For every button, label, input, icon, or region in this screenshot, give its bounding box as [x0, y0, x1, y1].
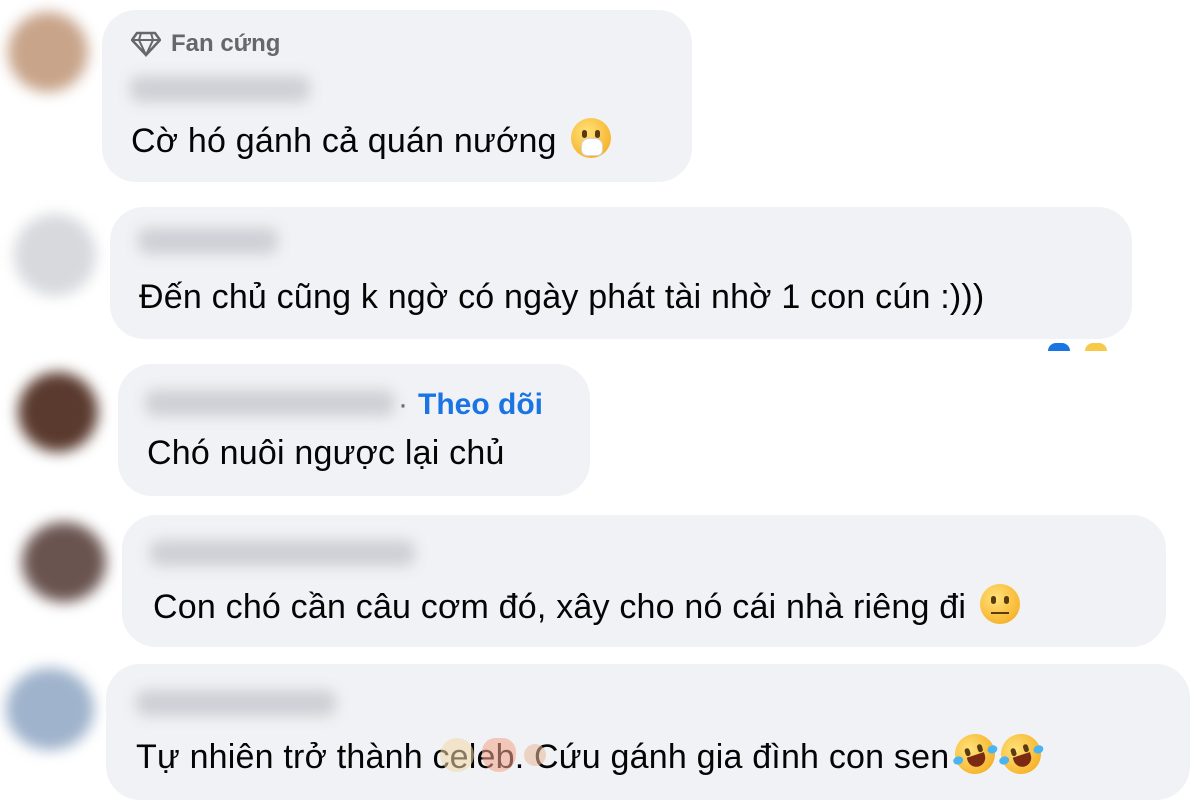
comment-text: Tự nhiên trở thành celeb. Cứu gánh gia đ…	[136, 728, 1047, 780]
badge-label: Fan cứng	[171, 30, 281, 57]
paw-icon	[524, 744, 546, 766]
comment-text-content: Chó nuôi ngược lại chủ	[147, 434, 505, 472]
rolling-on-floor-laughing-icon	[950, 728, 1001, 780]
commenter-name[interactable]	[150, 540, 415, 566]
separator-dot: ·	[398, 388, 408, 421]
avatar[interactable]	[8, 12, 88, 92]
commenter-name[interactable]	[130, 76, 310, 102]
dog-face-icon	[440, 738, 474, 772]
comment-text-content: Đến chủ cũng k ngờ có ngày phát tài nhờ …	[139, 278, 985, 316]
comment-text-content: Cờ hó gánh cả quán nướng	[131, 122, 557, 160]
avatar[interactable]	[6, 668, 94, 750]
rolling-on-floor-laughing-icon	[996, 728, 1047, 780]
comment-text: Con chó cần câu cơm đó, xây cho nó cái n…	[153, 584, 1021, 627]
comment-text: Đến chủ cũng k ngờ có ngày phát tài nhờ …	[139, 278, 984, 317]
follow-label: Theo dõi	[418, 388, 543, 421]
avatar[interactable]	[18, 372, 98, 452]
comment-bubble	[122, 515, 1166, 647]
face-with-raised-eyebrow-icon	[980, 584, 1021, 624]
avatar[interactable]	[14, 214, 96, 296]
comment-bubble	[110, 207, 1132, 339]
reaction-icon[interactable]	[1085, 343, 1107, 351]
commenter-name[interactable]	[138, 228, 278, 254]
fan-badge[interactable]: Fan cứng	[131, 30, 280, 58]
commenter-name[interactable]	[145, 390, 395, 416]
diamond-icon	[131, 31, 161, 57]
comment-text: Cờ hó gánh cả quán nướng	[131, 118, 611, 161]
avatar[interactable]	[22, 522, 106, 602]
comment-text-content: Con chó cần câu cơm đó, xây cho nó cái n…	[153, 588, 967, 626]
follow-link[interactable]: · Theo dõi	[398, 388, 543, 422]
face-with-hand-over-mouth-icon	[570, 118, 611, 158]
watermark-logo	[440, 738, 546, 772]
commenter-name[interactable]	[136, 690, 336, 716]
comment-bubble	[118, 364, 590, 496]
comment-text: Chó nuôi ngược lại chủ	[147, 434, 505, 473]
heart-icon	[482, 738, 516, 772]
reaction-icon[interactable]	[1048, 343, 1070, 351]
comment-bubble	[106, 664, 1190, 800]
